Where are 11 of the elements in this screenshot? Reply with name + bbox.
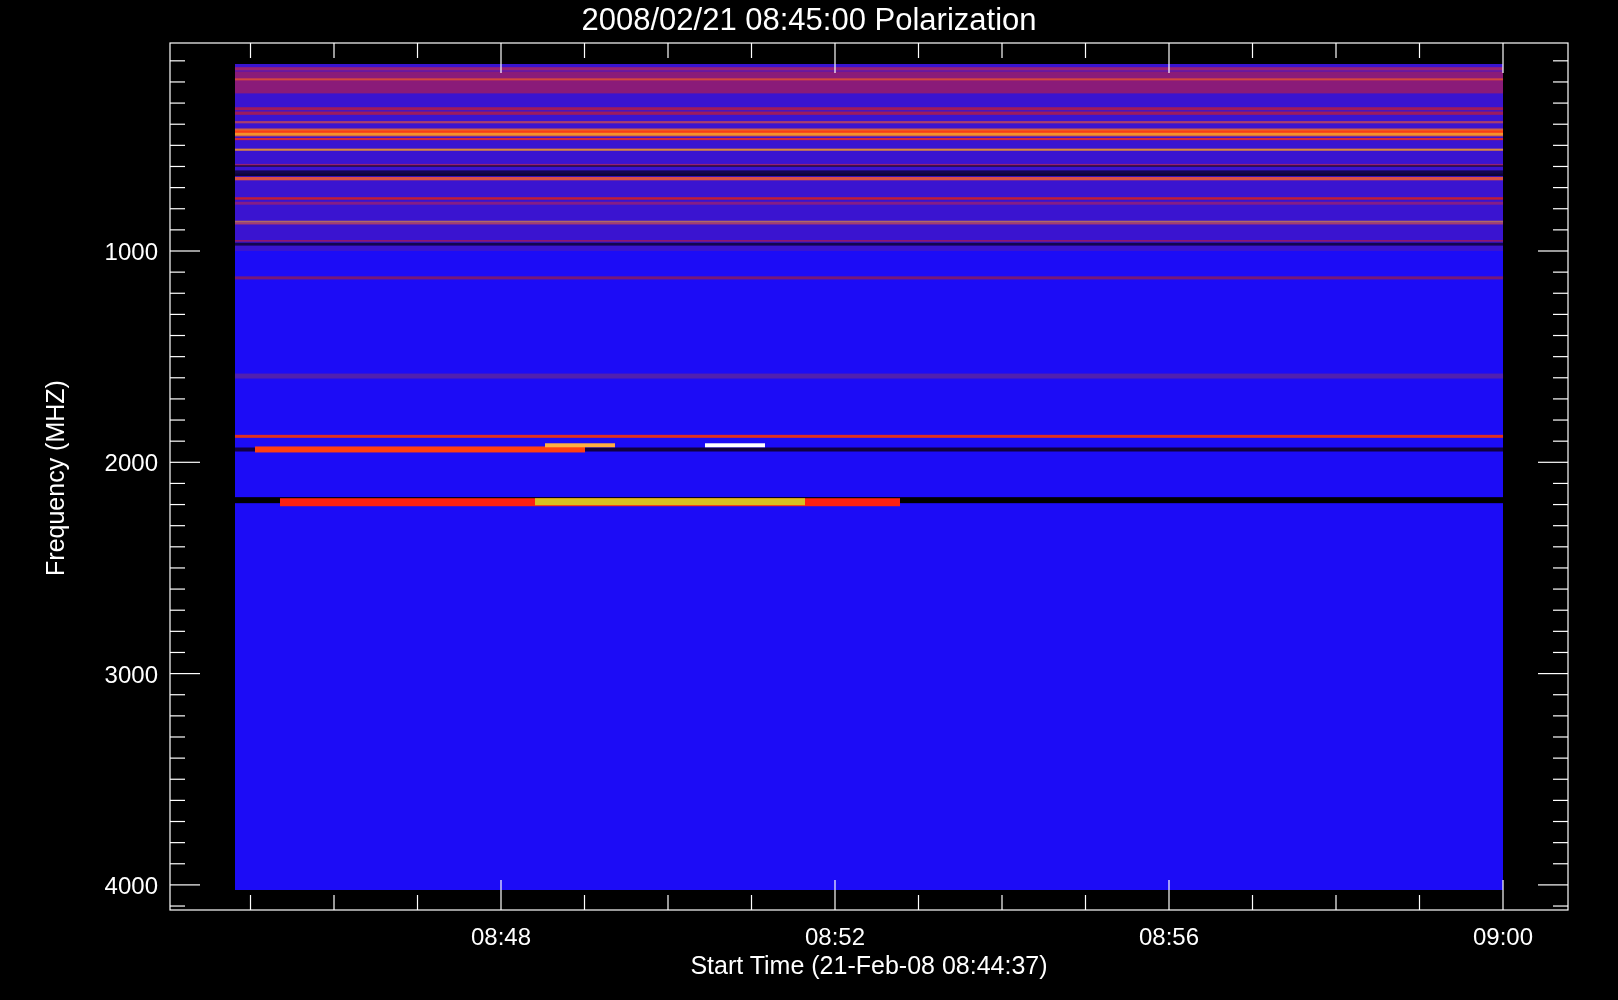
y-axis-label: Frequency (MHZ): [41, 380, 69, 576]
y-tick-label: 3000: [104, 660, 158, 688]
x-tick-label: 08:56: [1138, 923, 1200, 950]
x-tick-label: 08:48: [470, 923, 532, 950]
y-tick-label: 4000: [104, 871, 158, 899]
y-tick-label: 2000: [104, 449, 158, 477]
x-tick-label: 08:52: [804, 923, 866, 950]
y-tick-label: 1000: [104, 238, 158, 265]
plot-title: 2008/02/21 08:45:00 Polarization: [581, 2, 1037, 37]
x-tick-label: 09:00: [1472, 923, 1534, 950]
x-axis-label: Start Time (21-Feb-08 08:44:37): [690, 951, 1048, 979]
